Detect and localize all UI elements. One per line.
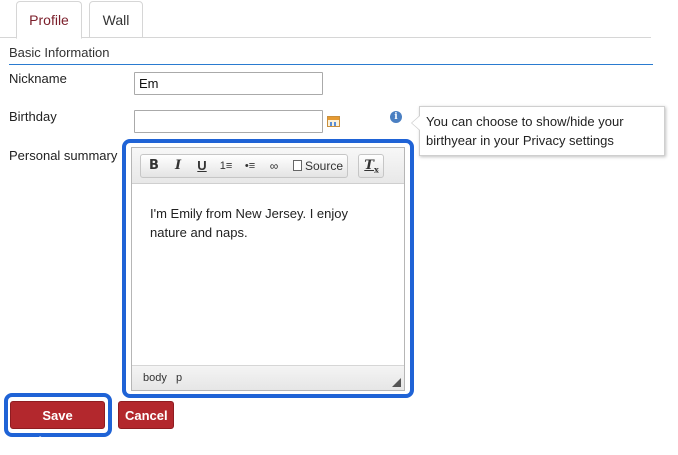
source-label: Source [304,159,344,173]
bulleted-list-icon[interactable]: •≡ [239,155,261,177]
editor-content[interactable]: I'm Emily from New Jersey. I enjoy natur… [132,184,404,365]
underline-button[interactable]: U [191,155,213,177]
nickname-label: Nickname [9,71,67,86]
path-element-body[interactable]: body [143,366,167,390]
rich-text-editor: B I U 1≡ •≡ ∞ Source Tx I'm Emily from N… [131,147,405,391]
toolbar-group: B I U 1≡ •≡ ∞ Source [140,154,348,178]
birthday-label: Birthday [9,109,57,124]
privacy-tooltip: You can choose to show/hide your birthye… [411,106,665,156]
tab-profile[interactable]: Profile [16,1,82,39]
italic-button[interactable]: I [167,155,189,177]
cancel-button[interactable]: Cancel [118,401,174,429]
info-icon[interactable]: i [390,111,402,123]
link-icon[interactable]: ∞ [263,155,285,177]
toolbar-group-clear: Tx [358,154,384,178]
calendar-icon[interactable] [327,116,340,127]
source-icon [292,160,302,171]
tab-bar: Profile Wall [0,0,651,39]
editor-status-bar: body p [132,365,404,390]
birthday-input[interactable] [134,110,323,133]
section-title: Basic Information [9,45,653,65]
source-button[interactable]: Source [288,155,348,177]
remove-format-icon[interactable]: Tx [360,155,383,177]
editor-toolbar: B I U 1≡ •≡ ∞ Source Tx [132,148,404,184]
save-changes-button[interactable]: Save changes [10,401,105,449]
bold-button[interactable]: B [143,155,165,177]
personal-summary-label: Personal summary [9,148,118,163]
remove-format-glyph: T [364,158,374,173]
nickname-input[interactable] [134,72,323,95]
numbered-list-icon[interactable]: 1≡ [215,155,237,177]
tab-wall[interactable]: Wall [89,1,143,38]
path-element-p[interactable]: p [176,366,182,390]
resize-handle-icon[interactable] [392,378,401,387]
